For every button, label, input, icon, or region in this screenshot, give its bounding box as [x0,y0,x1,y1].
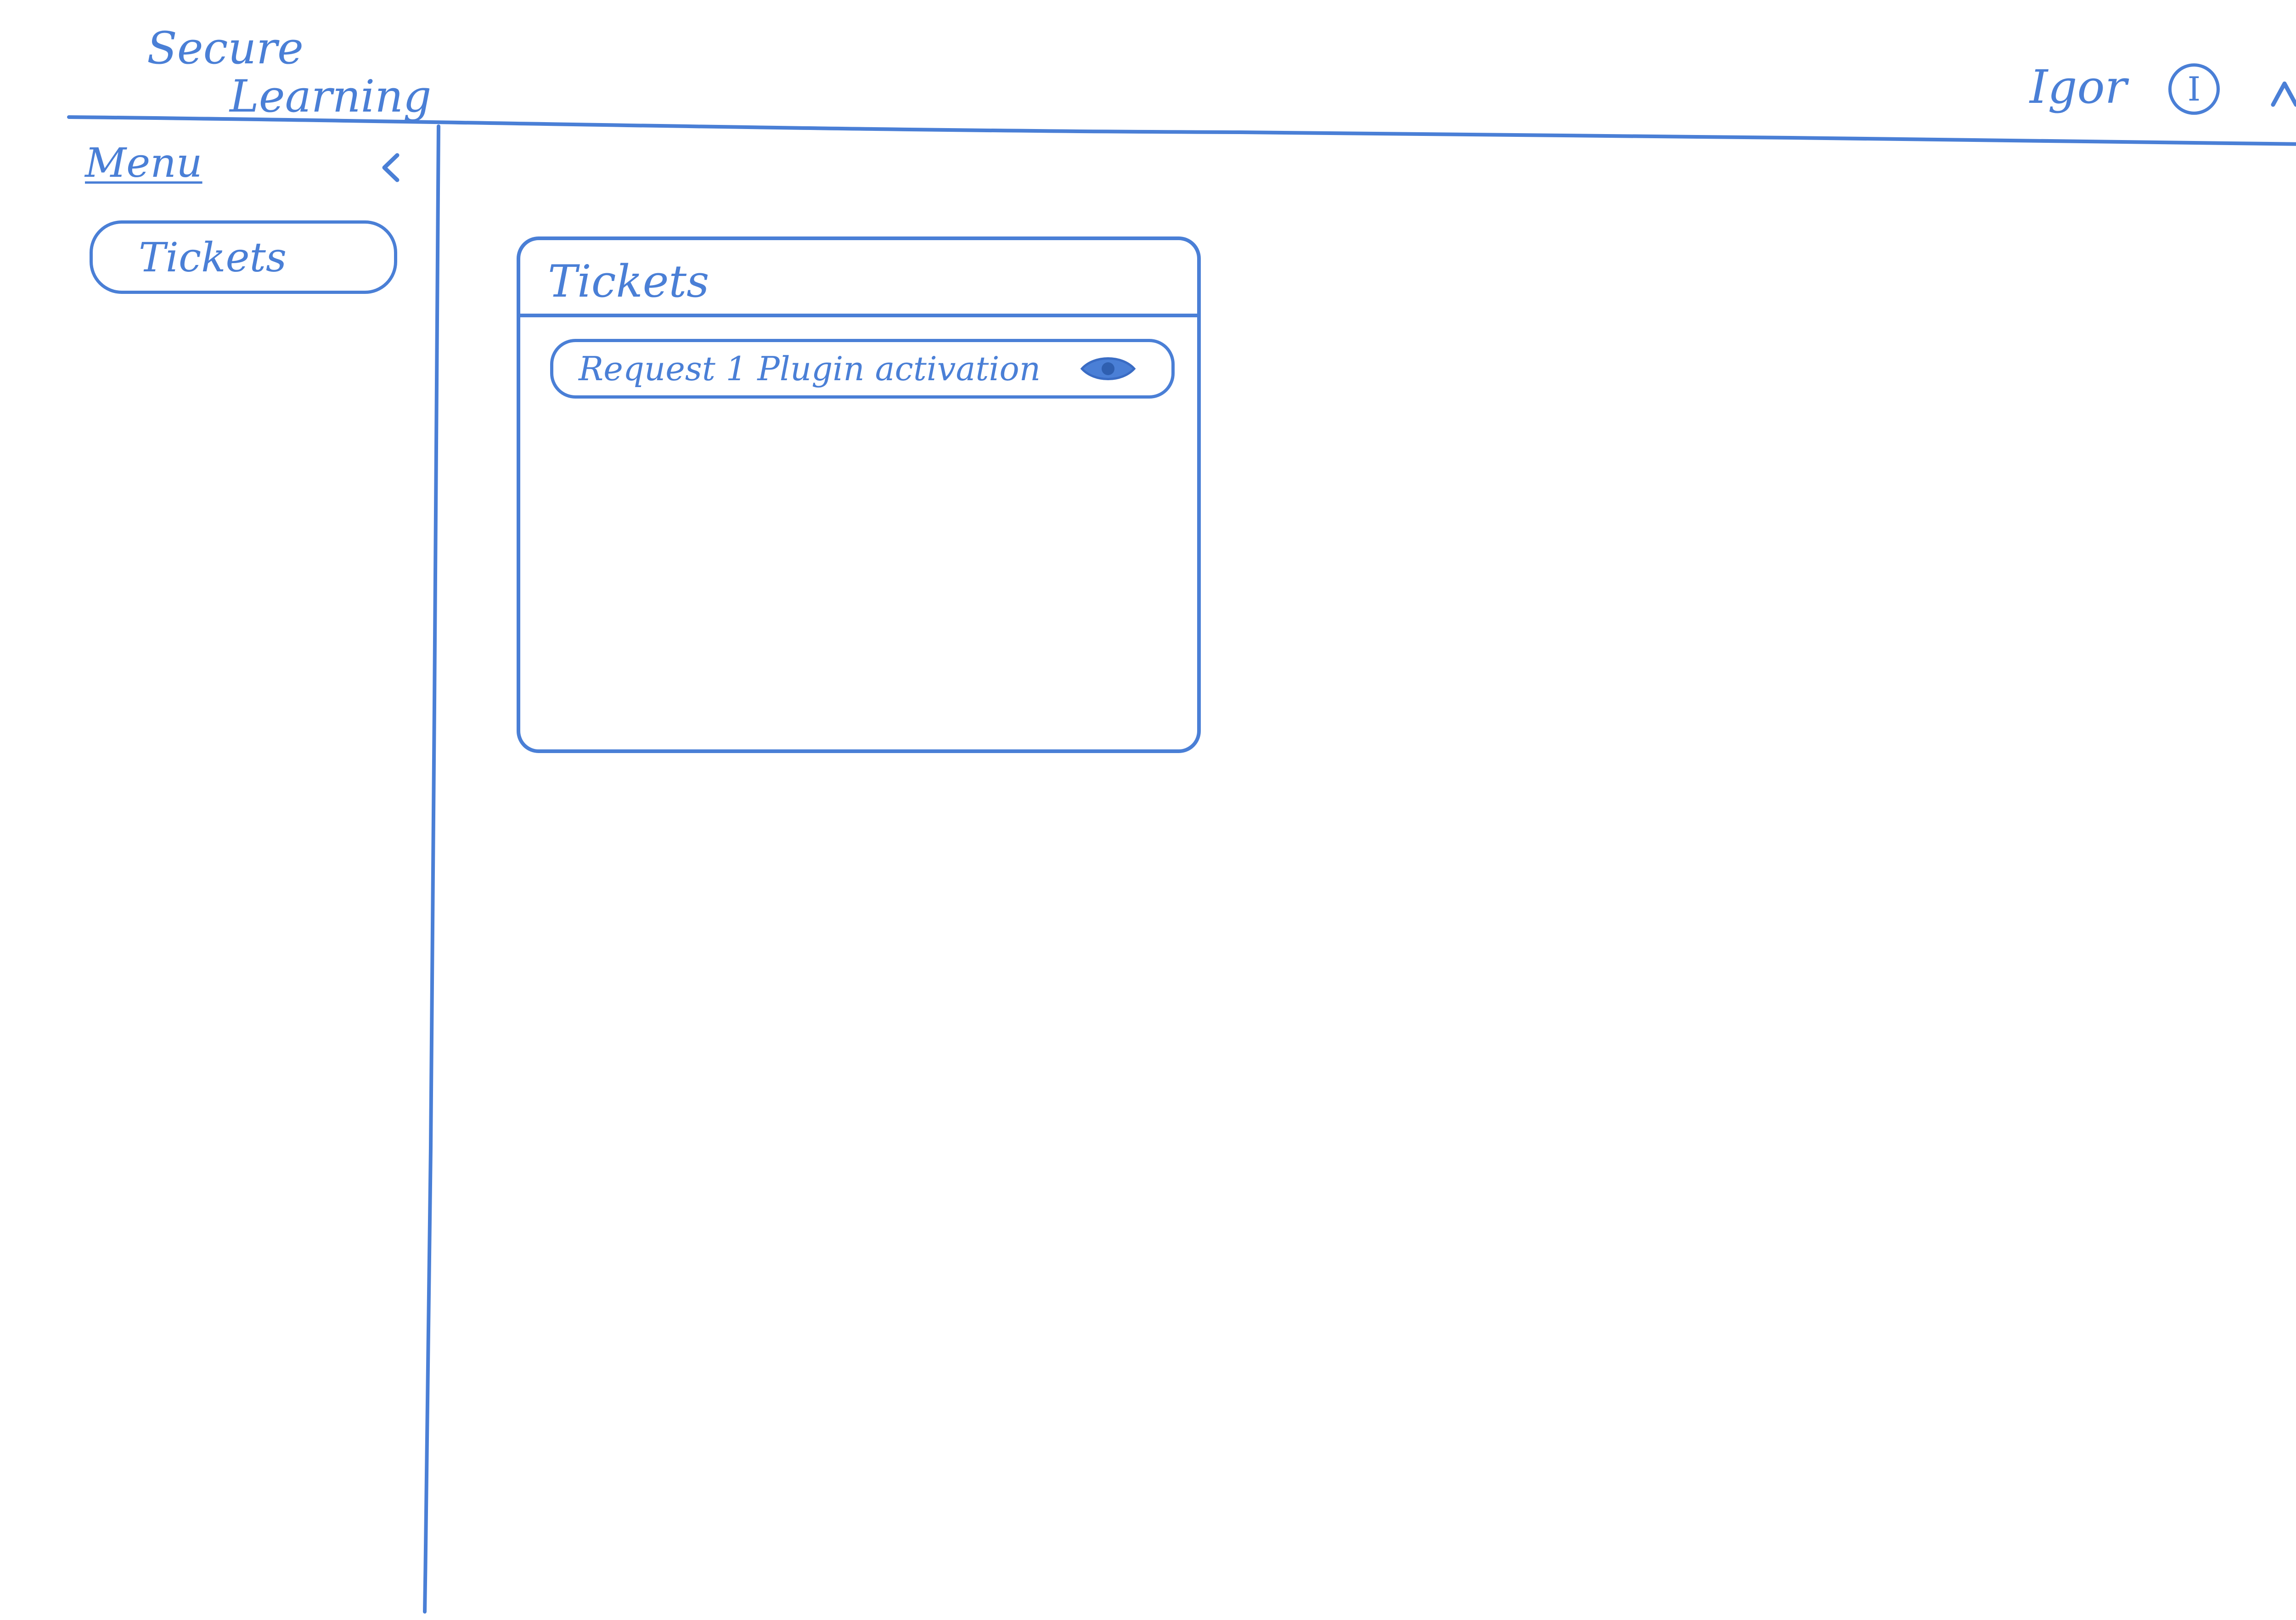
sidebar-item-label: Tickets [139,233,287,281]
tickets-panel-title: Tickets [548,256,709,307]
sidebar-collapse-button[interactable] [370,142,411,193]
user-name: Igor [2030,60,2127,114]
chevron-up-icon [2271,81,2296,107]
ticket-view-button[interactable] [1074,348,1142,389]
tickets-panel: Tickets Request 1 Plugin activation [517,236,1201,753]
app-logo: Secure Learning [133,18,455,129]
sidebar-item-tickets[interactable]: Tickets [90,220,397,294]
app-logo-line1: Secure [147,22,304,74]
user-avatar-letter: I [2187,70,2201,108]
ticket-row-label: Request 1 Plugin activation [579,349,1041,388]
eye-icon [1080,357,1136,380]
chevron-left-icon [382,153,400,182]
user-avatar[interactable]: I [2168,63,2220,115]
sidebar-menu-heading: Menu [85,139,203,186]
app-logo-line2: Learning [230,71,432,122]
user-menu-toggle[interactable] [2259,69,2296,119]
tickets-panel-divider [520,314,1197,317]
